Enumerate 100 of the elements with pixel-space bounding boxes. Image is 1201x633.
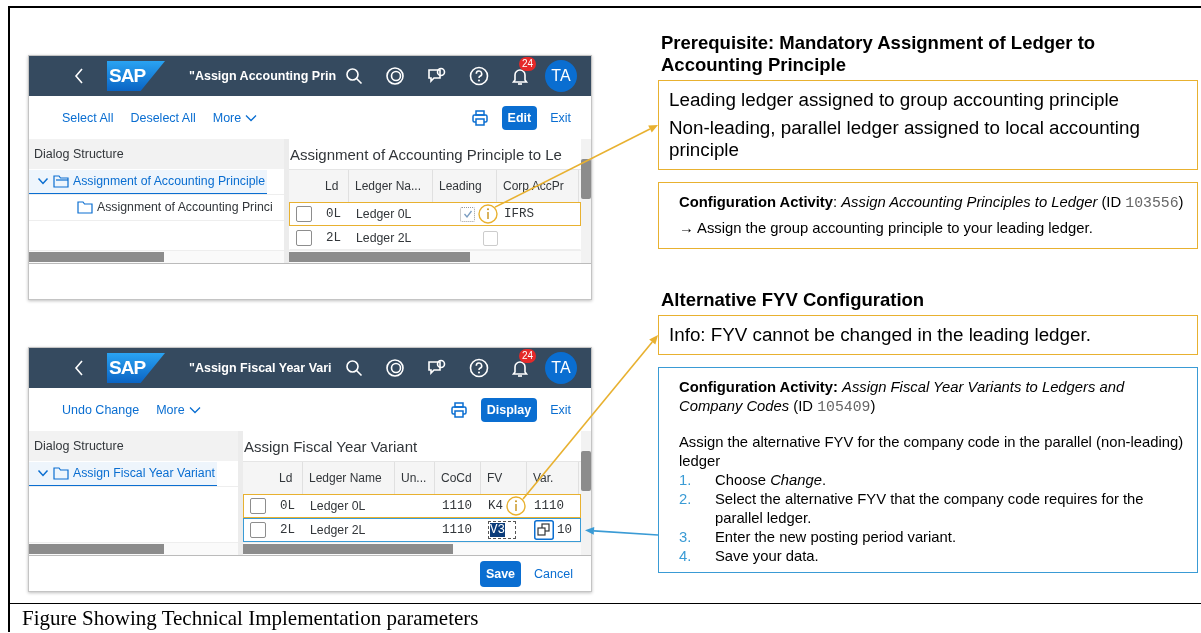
checkbox[interactable] bbox=[250, 498, 266, 515]
checkbox[interactable] bbox=[460, 206, 475, 222]
logo[interactable]: SAP bbox=[107, 61, 165, 91]
bell-icon[interactable] bbox=[511, 66, 529, 86]
table-title: Assign Fiscal Year Variant bbox=[243, 437, 419, 457]
value-help-icon[interactable] bbox=[534, 520, 554, 541]
search-icon[interactable] bbox=[345, 359, 363, 377]
activity-text: Configuration Activity: Assign Accounting Principles to Ledger (ID 103556) bbox=[679, 193, 1185, 213]
table-cell-text: IFRS bbox=[503, 207, 535, 222]
toolbar-link[interactable]: Undo Change bbox=[62, 402, 140, 417]
section-heading: Prerequisite: Mandatory Assignment of Ledger to Accounting Principle bbox=[660, 32, 1097, 76]
column-header[interactable]: Leading bbox=[433, 170, 497, 202]
more-menu[interactable]: More bbox=[212, 110, 258, 125]
tree-item[interactable]: Assignment of Accounting Principle bbox=[29, 169, 268, 194]
scrollbar-thumb[interactable] bbox=[243, 544, 453, 555]
folder-icon bbox=[77, 200, 93, 214]
splitter-handle[interactable] bbox=[284, 139, 289, 263]
printer-icon[interactable] bbox=[449, 400, 468, 419]
app-title: "Assign Accounting Prin bbox=[189, 69, 337, 83]
logo[interactable]: SAP bbox=[107, 353, 165, 383]
table-cell-text: Ledger 2L bbox=[309, 523, 367, 538]
folder-icon bbox=[53, 466, 69, 480]
folder-icon bbox=[53, 174, 69, 188]
back-icon[interactable] bbox=[73, 359, 85, 377]
search-icon[interactable] bbox=[345, 67, 363, 85]
statement-text: Non-leading, parallel ledger assigned to local accounting principle bbox=[669, 117, 1141, 161]
caret-icon bbox=[188, 405, 201, 414]
step-number: 2. bbox=[679, 490, 693, 509]
avatar[interactable]: TA bbox=[545, 60, 577, 92]
pane-header: Dialog Structure bbox=[29, 431, 238, 461]
printer-icon[interactable] bbox=[470, 108, 489, 127]
scrollbar-thumb[interactable] bbox=[581, 451, 591, 491]
back-icon[interactable] bbox=[73, 67, 85, 85]
statement-text: Leading ledger assigned to group accounting principle bbox=[669, 89, 1121, 111]
cancel-link[interactable]: Cancel bbox=[534, 566, 573, 581]
scrollbar-thumb[interactable] bbox=[29, 544, 164, 554]
step-text: Select the alternative FYV that the company code requires for the parallel ledger. bbox=[715, 490, 1145, 528]
table-cell-text: 0L bbox=[325, 207, 342, 222]
scrollbar-thumb[interactable] bbox=[289, 252, 471, 263]
table-cell-text: 1110 bbox=[533, 499, 565, 514]
column-header[interactable]: FV bbox=[481, 462, 527, 494]
input-field[interactable]: V3 bbox=[488, 521, 516, 540]
column-header[interactable]: CoCd bbox=[435, 462, 481, 494]
table-cell-text: 2L bbox=[279, 523, 296, 538]
toolbar-link[interactable]: Select All bbox=[62, 110, 114, 125]
pane-header: Dialog Structure bbox=[29, 139, 284, 169]
instruction-text: → Assign the group accounting principle to your leading ledger. bbox=[679, 219, 1094, 238]
exit-link[interactable]: Exit bbox=[550, 402, 571, 417]
chevron-down-icon bbox=[37, 175, 49, 187]
splitter-handle[interactable] bbox=[238, 431, 243, 555]
avatar[interactable]: TA bbox=[545, 352, 577, 384]
column-header[interactable]: Ld bbox=[273, 462, 303, 494]
scrollbar-thumb[interactable] bbox=[29, 252, 164, 262]
table-cell: K4 bbox=[488, 499, 503, 514]
more-menu[interactable]: More bbox=[156, 402, 201, 417]
chat-icon[interactable] bbox=[427, 359, 447, 377]
statement-text: Info: FYV cannot be changed in the leading ledger. bbox=[669, 324, 1092, 346]
ring-icon[interactable] bbox=[385, 66, 405, 86]
action-button[interactable]: Edit bbox=[501, 105, 538, 130]
checkbox[interactable] bbox=[296, 206, 312, 223]
tree-item[interactable]: Assignment of Accounting Princi bbox=[29, 195, 275, 220]
activity-text: Configuration Activity: Assign Fiscal Year Variants to Ledgers and Company Codes (ID 105409) bbox=[679, 378, 1126, 417]
save-button[interactable]: Save bbox=[479, 560, 522, 587]
table-cell-text: Ledger 0L bbox=[355, 207, 413, 222]
ring-icon[interactable] bbox=[385, 358, 405, 378]
step-number: 3. bbox=[679, 528, 693, 547]
column-header[interactable]: Un... bbox=[395, 462, 435, 494]
step-text: Save your data. bbox=[715, 547, 819, 566]
help-icon[interactable] bbox=[469, 358, 489, 378]
notification-badge: 24 bbox=[519, 349, 537, 363]
app-title: "Assign Fiscal Year Vari bbox=[189, 361, 332, 375]
table-cell-text: 2L bbox=[325, 231, 342, 246]
tree-item[interactable]: Assign Fiscal Year Variant bbox=[29, 461, 217, 486]
check-icon bbox=[462, 209, 473, 220]
column-header[interactable]: Ld bbox=[319, 170, 349, 202]
chat-icon[interactable] bbox=[427, 67, 447, 85]
exit-link[interactable]: Exit bbox=[550, 110, 571, 125]
step-number: 4. bbox=[679, 547, 693, 566]
column-header[interactable]: Ledger Na... bbox=[349, 170, 433, 202]
table-cell-text: 0L bbox=[279, 499, 296, 514]
table-cell-text: Ledger 2L bbox=[355, 231, 413, 246]
table-cell: 10 bbox=[557, 523, 572, 538]
step-text: Choose Change. bbox=[715, 471, 827, 490]
notification-badge: 24 bbox=[519, 57, 537, 71]
table-title: Assignment of Accounting Principle to Le bbox=[289, 145, 563, 165]
bell-icon[interactable] bbox=[511, 358, 529, 378]
action-button[interactable]: Display bbox=[480, 397, 538, 422]
toolbar-link[interactable]: Deselect All bbox=[130, 110, 196, 125]
section-heading: Alternative FYV Configuration bbox=[660, 289, 926, 311]
step-number: 1. bbox=[679, 471, 693, 490]
table-cell-text: 1110 bbox=[441, 499, 473, 514]
help-icon[interactable] bbox=[469, 66, 489, 86]
checkbox[interactable] bbox=[483, 230, 498, 246]
caret-icon bbox=[245, 113, 258, 122]
checkbox[interactable] bbox=[296, 230, 312, 247]
checkbox[interactable] bbox=[250, 522, 266, 539]
scrollbar-thumb[interactable] bbox=[581, 159, 591, 199]
step-text: Enter the new posting period variant. bbox=[715, 528, 956, 547]
column-header[interactable]: Ledger Name bbox=[303, 462, 395, 494]
chevron-down-icon bbox=[37, 467, 49, 479]
